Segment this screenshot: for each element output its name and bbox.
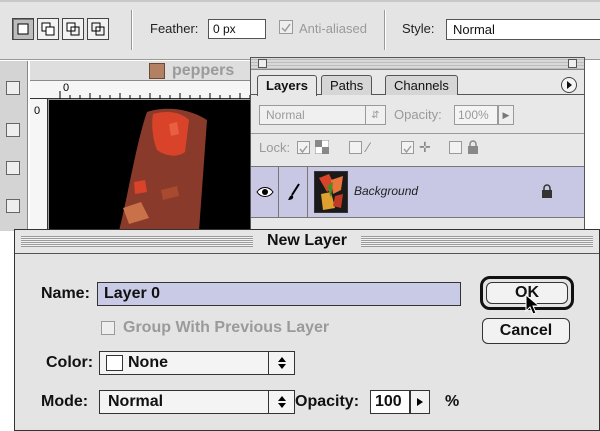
lock-position-checkbox[interactable]	[401, 141, 414, 154]
add-to-selection-button[interactable]	[37, 18, 59, 40]
palette-zoom-box[interactable]	[568, 59, 577, 68]
anti-aliased-checkbox[interactable]	[279, 20, 293, 34]
color-select[interactable]: None	[99, 351, 295, 375]
opacity-slider-arrow[interactable]: ▶	[498, 105, 514, 125]
tool-button[interactable]	[6, 81, 20, 95]
opacity-input[interactable]: 100	[370, 390, 410, 414]
new-selection-icon	[17, 23, 29, 35]
style-label: Style:	[402, 21, 435, 36]
checkmark-icon	[403, 145, 412, 154]
checkmark-icon	[299, 145, 308, 154]
style-select[interactable]: Normal	[446, 19, 600, 40]
layer-row-background[interactable]: Background	[251, 166, 584, 218]
palette-divider	[251, 133, 584, 134]
ruler-zero-label: 0	[63, 82, 70, 94]
color-swatch	[106, 355, 123, 371]
lock-transparency-checkbox[interactable]	[297, 141, 310, 154]
updown-arrows-icon	[268, 391, 294, 413]
dialog-title: New Layer	[15, 232, 599, 250]
feather-input[interactable]: 0 px	[208, 19, 266, 39]
cancel-button[interactable]: Cancel	[482, 318, 570, 344]
palette-menu-button[interactable]	[561, 77, 577, 93]
transparency-icon	[315, 140, 329, 154]
tab-channels[interactable]: Channels	[385, 75, 458, 95]
tool-button[interactable]	[6, 123, 20, 137]
toolbox-strip	[0, 61, 28, 231]
options-separator	[384, 10, 386, 50]
selection-mode-buttons	[12, 18, 109, 40]
palette-titlebar[interactable]	[251, 58, 584, 70]
mode-label: Mode:	[41, 393, 89, 410]
tab-layers[interactable]: Layers	[257, 75, 317, 96]
options-bar-ribbon	[0, 0, 600, 2]
dialog-title-text: New Layer	[260, 232, 354, 249]
lock-icon	[542, 184, 552, 198]
visibility-toggle[interactable]	[251, 167, 279, 217]
document-icon	[149, 63, 165, 79]
image-canvas[interactable]	[49, 100, 252, 231]
pepper-thumbnail	[319, 174, 343, 210]
group-with-previous-checkbox[interactable]	[101, 321, 115, 335]
palette-opacity-input[interactable]: 100%	[454, 105, 498, 125]
brush-icon	[287, 183, 300, 200]
dialog-titlebar[interactable]: New Layer	[15, 230, 599, 254]
pepper-image	[119, 108, 207, 231]
brush-icon: ⁄	[367, 139, 370, 155]
intersect-selection-button[interactable]	[87, 18, 109, 40]
palette-tabs: Layers Paths Channels	[251, 71, 584, 96]
opacity-label: Opacity:	[295, 393, 360, 410]
blend-mode-select[interactable]: Normal ⇵	[259, 105, 386, 125]
subtract-selection-icon	[66, 22, 80, 36]
ruler-vertical[interactable]: 0	[30, 99, 48, 231]
layer-brush-cell[interactable]	[280, 167, 308, 217]
ruler-zero-label: 0	[34, 105, 41, 117]
document-titlebar[interactable]: peppers	[30, 61, 252, 81]
mode-value: Normal	[108, 393, 164, 410]
tool-button[interactable]	[6, 161, 20, 175]
percent-sign: %	[445, 393, 460, 410]
blend-mode-value: Normal	[266, 108, 305, 122]
opacity-slider-button[interactable]	[410, 390, 430, 414]
anti-aliased-label: Anti-aliased	[299, 21, 367, 36]
layer-name: Background	[354, 184, 419, 198]
palette-close-box[interactable]	[258, 59, 267, 68]
updown-arrows-icon: ⇵	[365, 106, 385, 124]
checkmark-icon	[281, 23, 291, 33]
options-bar: Feather: 0 px Anti-aliased Style: Normal	[0, 0, 600, 60]
lock-image-checkbox[interactable]	[349, 141, 362, 154]
subtract-from-selection-button[interactable]	[62, 18, 84, 40]
add-selection-icon	[41, 22, 55, 36]
new-selection-button[interactable]	[12, 18, 34, 40]
updown-arrows-icon	[268, 352, 294, 374]
move-icon: ✛	[419, 139, 431, 155]
name-field[interactable]: Layer 0	[97, 282, 461, 306]
arrow-cursor-icon	[525, 294, 541, 315]
feather-label: Feather:	[150, 21, 199, 36]
document-title: peppers	[172, 62, 235, 79]
layer-thumbnail	[314, 171, 348, 213]
tool-button[interactable]	[6, 199, 20, 213]
options-separator	[131, 10, 133, 50]
document-window: peppers 0 0	[30, 61, 252, 231]
ruler-horizontal[interactable]: 0	[30, 81, 252, 99]
lock-icon	[468, 140, 478, 154]
group-with-previous-label: Group With Previous Layer	[123, 319, 330, 336]
intersect-selection-icon	[91, 22, 105, 36]
color-label: Color:	[46, 354, 94, 371]
lock-all-checkbox[interactable]	[449, 141, 462, 154]
name-label: Name:	[41, 285, 90, 302]
layers-palette: Layers Paths Channels Normal ⇵ Opacity: …	[250, 57, 585, 235]
new-layer-dialog: New Layer Name: Layer 0 OK Cancel Group …	[14, 229, 600, 431]
mode-select[interactable]: Normal	[99, 390, 295, 414]
tab-paths[interactable]: Paths	[321, 75, 373, 95]
lock-label: Lock:	[259, 140, 291, 155]
triangle-right-icon	[417, 398, 423, 406]
palette-opacity-label: Opacity:	[394, 107, 442, 122]
eye-icon	[255, 187, 274, 197]
color-value: None	[128, 354, 168, 371]
triangle-right-icon	[567, 81, 572, 89]
